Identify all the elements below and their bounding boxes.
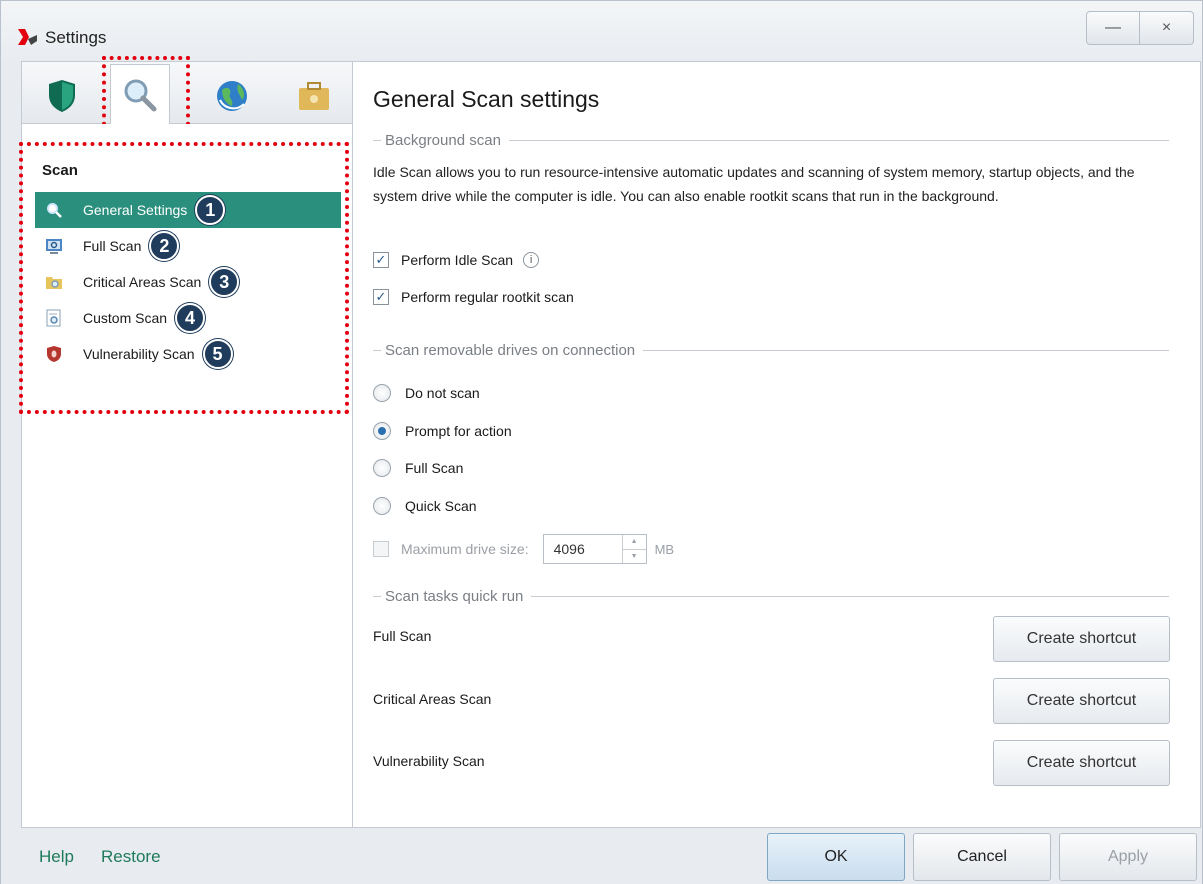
window-controls: — × — [1086, 11, 1194, 45]
radio-button[interactable] — [373, 459, 391, 477]
rootkit-scan-checkbox[interactable]: ✓ — [373, 289, 389, 305]
radio-label[interactable]: Full Scan — [405, 460, 463, 476]
sidebar-item-general-settings[interactable]: General Settings 1 — [35, 192, 341, 228]
minimize-button[interactable]: — — [1086, 11, 1140, 45]
help-link[interactable]: Help — [39, 847, 74, 867]
radio-button[interactable] — [373, 384, 391, 402]
section-background-scan: Background scan — [373, 130, 1169, 150]
folder-scan-icon — [45, 273, 63, 291]
section-removable-drives: Scan removable drives on connection — [373, 340, 1169, 360]
radio-button[interactable] — [373, 497, 391, 515]
sidebar-item-label: Vulnerability Scan — [83, 346, 195, 362]
category-tabs — [22, 56, 352, 134]
settings-window: Settings — × Scan General Settings 1 Ful… — [0, 0, 1203, 884]
unit-label: MB — [654, 541, 675, 557]
idle-scan-checkbox[interactable]: ✓ — [373, 252, 389, 268]
create-shortcut-critical-areas-button[interactable]: Create shortcut — [993, 678, 1170, 724]
section-quick-run: Scan tasks quick run — [373, 586, 1169, 606]
rootkit-scan-row: ✓ Perform regular rootkit scan — [373, 289, 574, 305]
radio-label[interactable]: Do not scan — [405, 385, 480, 401]
sidebar-item-vulnerability-scan[interactable]: Vulnerability Scan 5 — [35, 336, 341, 372]
sidebar-item-label: Critical Areas Scan — [83, 274, 202, 290]
step-badge: 3 — [209, 267, 240, 297]
tab-additional[interactable] — [284, 70, 344, 122]
sidebar-item-label: Custom Scan — [83, 310, 168, 326]
restore-link[interactable]: Restore — [101, 847, 161, 867]
idle-scan-row: ✓ Perform Idle Scan i — [373, 252, 540, 268]
section-label: Background scan — [385, 131, 501, 149]
magnifier-icon — [124, 79, 157, 111]
create-shortcut-full-scan-button[interactable]: Create shortcut — [993, 616, 1170, 662]
radio-button[interactable] — [373, 422, 391, 440]
radio-prompt-for-action[interactable]: Prompt for action — [373, 422, 512, 440]
max-drive-size-label: Maximum drive size: — [401, 541, 529, 557]
left-pane: Scan General Settings 1 Full Scan 2 Crit… — [19, 56, 353, 828]
section-label: Scan removable drives on connection — [385, 341, 636, 359]
info-icon[interactable]: i — [523, 252, 540, 268]
shield-bug-icon — [45, 345, 63, 363]
dialog-footer: Help Restore OK Cancel Apply — [1, 829, 1202, 884]
apply-button[interactable]: Apply — [1059, 833, 1197, 881]
task-label-full-scan: Full Scan — [373, 628, 432, 644]
document-scan-icon — [45, 309, 63, 327]
section-label: Scan tasks quick run — [385, 587, 524, 605]
step-badge: 5 — [202, 339, 233, 369]
page-title: General Scan settings — [373, 86, 600, 112]
rootkit-scan-label[interactable]: Perform regular rootkit scan — [401, 289, 574, 305]
task-label-critical-areas-scan: Critical Areas Scan — [373, 691, 492, 707]
close-button[interactable]: × — [1140, 11, 1194, 45]
task-label-vulnerability-scan: Vulnerability Scan — [373, 753, 485, 769]
max-drive-size-value[interactable]: 4096 — [544, 541, 622, 557]
sidebar-item-label: General Settings — [83, 202, 188, 218]
spin-down-icon[interactable]: ▼ — [623, 550, 646, 564]
magnifier-icon — [45, 201, 63, 219]
spinner-arrows[interactable]: ▲ ▼ — [621, 535, 646, 564]
step-badge: 4 — [175, 303, 206, 333]
nav-heading-scan: Scan — [42, 162, 78, 179]
window-title: Settings — [45, 28, 107, 47]
radio-label[interactable]: Quick Scan — [405, 498, 477, 514]
step-badge: 1 — [195, 195, 226, 225]
max-drive-size-checkbox[interactable] — [373, 541, 389, 557]
step-badge: 2 — [149, 231, 180, 261]
radio-label[interactable]: Prompt for action — [405, 423, 512, 439]
ok-button[interactable]: OK — [767, 833, 905, 881]
spin-up-icon[interactable]: ▲ — [622, 535, 646, 550]
kaspersky-logo-icon — [18, 29, 37, 45]
tab-protection[interactable] — [32, 70, 92, 122]
tab-scan[interactable] — [110, 64, 170, 124]
monitor-scan-icon — [45, 237, 63, 255]
radio-quick-scan[interactable]: Quick Scan — [373, 497, 477, 515]
cancel-button[interactable]: Cancel — [913, 833, 1051, 881]
background-scan-description: Idle Scan allows you to run resource-int… — [373, 164, 1135, 204]
idle-scan-label[interactable]: Perform Idle Scan — [401, 252, 513, 268]
sidebar-item-custom-scan[interactable]: Custom Scan 4 — [35, 300, 341, 336]
radio-do-not-scan[interactable]: Do not scan — [373, 384, 480, 402]
sidebar-item-full-scan[interactable]: Full Scan 2 — [35, 228, 341, 264]
max-drive-size-row: Maximum drive size: 4096 ▲ ▼ MB — [373, 534, 674, 564]
tab-update[interactable] — [202, 70, 262, 122]
shield-icon — [49, 80, 75, 112]
briefcase-icon — [299, 82, 329, 110]
settings-panel: General Scan settings Background scan Id… — [353, 61, 1201, 828]
globe-icon — [217, 81, 247, 111]
max-drive-size-spinner[interactable]: 4096 ▲ ▼ — [542, 534, 647, 564]
create-shortcut-vulnerability-button[interactable]: Create shortcut — [993, 740, 1170, 786]
sidebar-item-label: Full Scan — [83, 238, 142, 254]
title-bar[interactable]: Settings — × — [1, 1, 1202, 59]
radio-full-scan[interactable]: Full Scan — [373, 459, 463, 477]
sidebar-item-critical-areas-scan[interactable]: Critical Areas Scan 3 — [35, 264, 341, 300]
